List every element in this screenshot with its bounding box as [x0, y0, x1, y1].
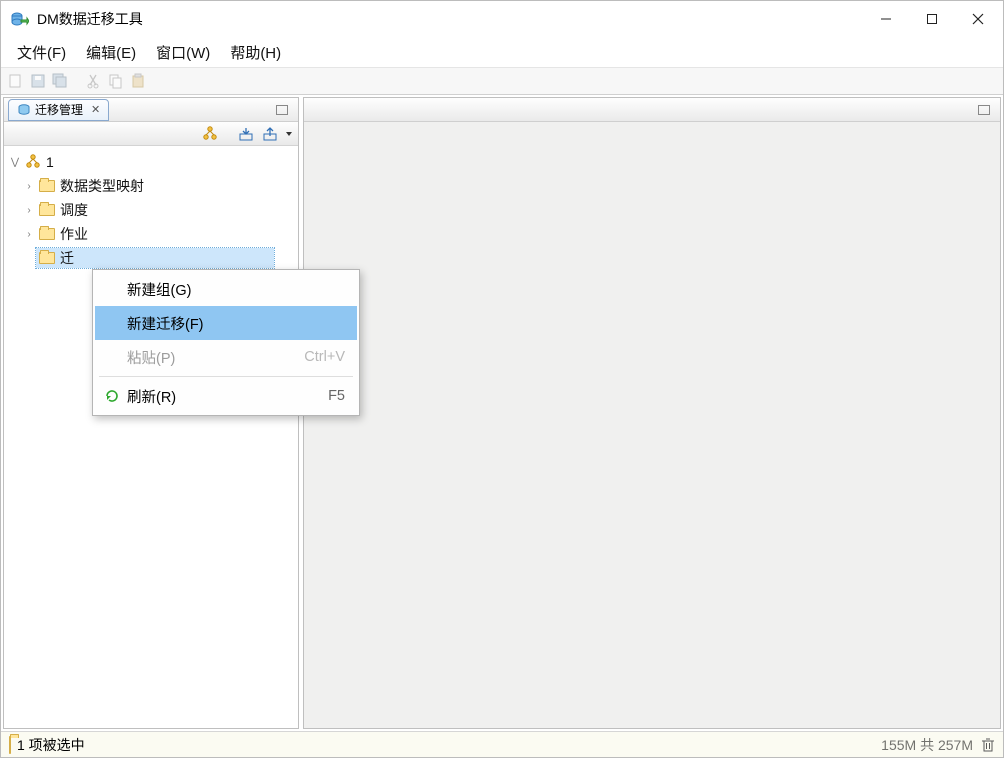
context-menu-label: 粘贴(P)	[123, 347, 304, 368]
menu-window[interactable]: 窗口(W)	[146, 38, 220, 67]
context-menu-label: 新建组(G)	[123, 279, 345, 300]
tree-item-migration[interactable]: › 迁	[4, 246, 298, 270]
titlebar: DM数据迁移工具	[1, 1, 1003, 37]
context-menu-paste: 粘贴(P) Ctrl+V	[95, 340, 357, 374]
menubar: 文件(F) 编辑(E) 窗口(W) 帮助(H)	[1, 37, 1003, 67]
tree-item-job[interactable]: › 作业	[4, 222, 298, 246]
status-text: 1 项被选中	[17, 735, 85, 755]
context-menu-shortcut: F5	[328, 388, 345, 404]
context-menu-label: 新建迁移(F)	[123, 313, 345, 334]
toolbar-save-icon[interactable]	[29, 72, 47, 90]
folder-icon	[38, 250, 56, 266]
expand-icon[interactable]: ›	[22, 229, 36, 240]
toolbar-saveall-icon[interactable]	[51, 72, 69, 90]
app-icon	[11, 10, 29, 28]
context-menu-new-migration[interactable]: 新建迁移(F)	[95, 306, 357, 340]
expand-icon[interactable]: ›	[22, 181, 36, 192]
cluster-icon[interactable]	[201, 125, 219, 143]
toolbar-new-icon[interactable]	[7, 72, 25, 90]
folder-icon	[38, 202, 56, 218]
toolbar-cut-icon[interactable]	[85, 72, 103, 90]
tree-item-label: 调度	[60, 200, 88, 220]
panel-maximize-icon[interactable]	[276, 105, 288, 115]
tree-item-label: 迁	[60, 248, 74, 268]
migration-tree[interactable]: ⋁ 1 › 数据类型映射 ›	[4, 146, 298, 274]
status-memory: 155M 共 257M	[881, 735, 973, 755]
tree-item-label: 作业	[60, 224, 88, 244]
import-icon[interactable]	[237, 125, 255, 143]
folder-icon	[9, 737, 11, 753]
tree-item-label: 数据类型映射	[60, 176, 144, 196]
menu-help[interactable]: 帮助(H)	[220, 38, 291, 67]
panel-toolbar	[4, 122, 298, 146]
context-menu-new-group[interactable]: 新建组(G)	[95, 272, 357, 306]
panel-tab-label: 迁移管理	[35, 101, 83, 118]
minimize-button[interactable]	[863, 4, 909, 34]
toolbar-paste-icon[interactable]	[129, 72, 147, 90]
tree-item-schedule[interactable]: › 调度	[4, 198, 298, 222]
folder-icon	[38, 226, 56, 242]
panel-tab-close-icon[interactable]: ✕	[91, 103, 100, 116]
panel-maximize-icon[interactable]	[978, 105, 990, 115]
tree-root-label: 1	[46, 154, 54, 170]
close-button[interactable]	[955, 4, 1001, 34]
editor-body	[304, 122, 1000, 728]
main-toolbar	[1, 67, 1003, 95]
tree-root[interactable]: ⋁ 1	[4, 150, 298, 174]
context-menu: 新建组(G) 新建迁移(F) 粘贴(P) Ctrl+V 刷新(R) F5	[92, 269, 360, 416]
panel-minimize-icon[interactable]	[258, 102, 276, 118]
menu-file[interactable]: 文件(F)	[7, 38, 76, 67]
trash-icon[interactable]	[981, 737, 995, 753]
export-icon[interactable]	[261, 125, 279, 143]
context-menu-refresh[interactable]: 刷新(R) F5	[95, 379, 357, 413]
maximize-button[interactable]	[909, 4, 955, 34]
refresh-icon	[101, 388, 123, 404]
db-mini-icon	[17, 103, 31, 117]
window-title: DM数据迁移工具	[37, 9, 863, 29]
menu-edit[interactable]: 编辑(E)	[76, 38, 146, 67]
statusbar: 1 项被选中 155M 共 257M	[1, 731, 1003, 757]
expand-icon[interactable]: ›	[22, 205, 36, 216]
panel-tab-migration-manager[interactable]: 迁移管理 ✕	[8, 99, 109, 121]
folder-icon	[38, 178, 56, 194]
context-menu-shortcut: Ctrl+V	[304, 349, 345, 365]
editor-panel	[303, 97, 1001, 729]
tree-item-datatype-mapping[interactable]: › 数据类型映射	[4, 174, 298, 198]
cluster-icon	[24, 154, 42, 170]
collapse-icon[interactable]: ⋁	[8, 157, 22, 168]
context-menu-label: 刷新(R)	[123, 386, 328, 407]
panel-minimize-icon[interactable]	[960, 102, 978, 118]
dropdown-caret-icon[interactable]	[286, 132, 292, 136]
toolbar-copy-icon[interactable]	[107, 72, 125, 90]
